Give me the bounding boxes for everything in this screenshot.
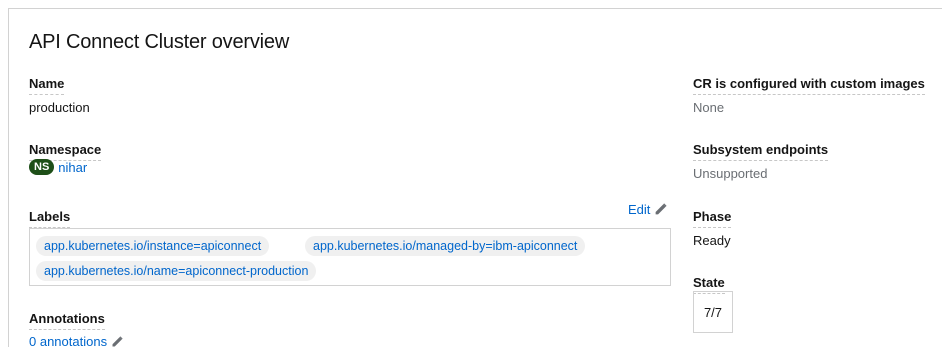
namespace-badge: NS (29, 159, 55, 175)
pencil-icon[interactable] (111, 335, 123, 348)
label-chip[interactable]: app.kubernetes.io/managed-by=ibm-apiconn… (305, 236, 586, 256)
state-box: 7/7 (693, 291, 733, 333)
phase-label: Phase (693, 209, 732, 228)
labels-box[interactable]: app.kubernetes.io/instance=apiconnect ap… (29, 228, 671, 286)
state-value: 7/7 (703, 304, 723, 320)
name-value: production (29, 100, 90, 115)
label-chip[interactable]: app.kubernetes.io/instance=apiconnect (36, 236, 270, 256)
subsystem-endpoints-value: Unsupported (693, 166, 768, 181)
phase-value: Ready (693, 233, 731, 248)
name-label: Name (29, 76, 65, 95)
page-title: API Connect Cluster overview (29, 31, 290, 53)
subsystem-endpoints-label: Subsystem endpoints (693, 142, 829, 161)
edit-label: Edit (628, 202, 651, 217)
namespace-link[interactable]: nihar (58, 160, 87, 175)
label-chip[interactable]: app.kubernetes.io/name=apiconnect-produc… (36, 261, 317, 281)
labels-edit-button[interactable]: Edit (628, 202, 667, 217)
namespace-value-row: NS nihar (29, 159, 87, 175)
pencil-icon (654, 203, 667, 216)
labels-label: Labels (29, 209, 71, 228)
annotations-label: Annotations (29, 311, 105, 330)
cluster-overview-panel: API Connect Cluster overview Name produc… (8, 8, 942, 349)
custom-images-value: None (693, 100, 725, 115)
custom-images-label: CR is configured with custom images (693, 76, 925, 95)
